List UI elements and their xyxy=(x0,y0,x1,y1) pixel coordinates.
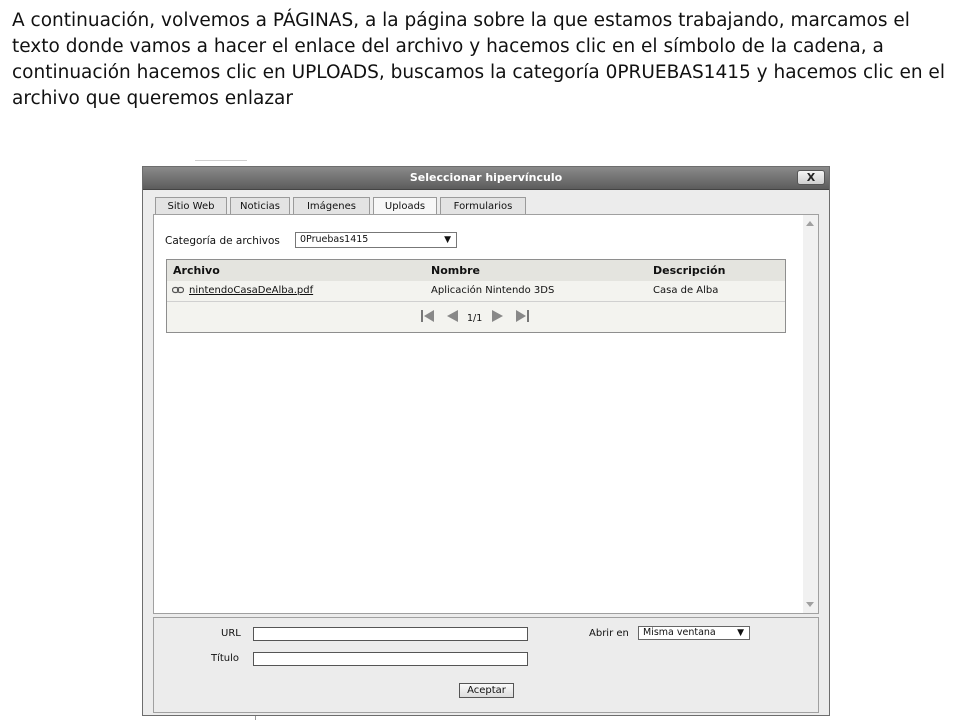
background-divider xyxy=(195,160,247,161)
next-page-icon[interactable] xyxy=(489,308,507,324)
select-hyperlink-dialog: Seleccionar hipervínculo X Sitio Web Not… xyxy=(142,166,830,716)
page-indicator: 1/1 xyxy=(467,313,483,324)
table-row[interactable]: nintendoCasaDeAlba.pdf Aplicación Ninten… xyxy=(167,281,785,302)
dialog-title: Seleccionar hipervínculo xyxy=(409,171,563,184)
link-properties-panel: URL Título Abrir en Misma ventana ▼ Acep… xyxy=(153,617,819,713)
instruction-text: A continuación, volvemos a PÁGINAS, a la… xyxy=(12,10,945,109)
table-header-row: Archivo Nombre Descripción xyxy=(167,260,785,281)
url-label: URL xyxy=(221,628,241,639)
open-in-label: Abrir en xyxy=(589,628,629,639)
open-in-selected-value: Misma ventana xyxy=(643,627,716,638)
title-input[interactable] xyxy=(253,652,528,666)
previous-page-icon[interactable] xyxy=(443,308,461,324)
dropdown-arrow-icon: ▼ xyxy=(444,235,451,245)
title-label: Título xyxy=(211,653,240,664)
vertical-scrollbar[interactable] xyxy=(803,215,818,613)
files-table: Archivo Nombre Descripción nintendoCasaD… xyxy=(166,259,786,333)
tab-formularios[interactable]: Formularios xyxy=(440,197,526,215)
column-header-nombre: Nombre xyxy=(431,264,480,277)
uploads-panel: Categoría de archivos 0Pruebas1415 ▼ Arc… xyxy=(153,214,819,614)
category-selected-value: 0Pruebas1415 xyxy=(300,234,369,245)
category-label: Categoría de archivos xyxy=(165,235,280,247)
dialog-titlebar[interactable]: Seleccionar hipervínculo X xyxy=(143,167,829,190)
file-name-cell: Aplicación Nintendo 3DS xyxy=(431,285,555,296)
last-page-icon[interactable] xyxy=(513,308,531,324)
file-link[interactable]: nintendoCasaDeAlba.pdf xyxy=(189,285,313,296)
url-input[interactable] xyxy=(253,627,528,641)
first-page-icon[interactable] xyxy=(419,308,437,324)
column-header-archivo: Archivo xyxy=(173,264,220,277)
scroll-down-icon[interactable] xyxy=(806,602,814,607)
file-description-cell: Casa de Alba xyxy=(653,285,719,296)
dropdown-arrow-icon: ▼ xyxy=(737,628,744,638)
category-select[interactable]: 0Pruebas1415 ▼ xyxy=(295,232,457,248)
tab-sitio-web[interactable]: Sitio Web xyxy=(155,197,227,215)
column-header-descripcion: Descripción xyxy=(653,264,726,277)
close-button[interactable]: X xyxy=(797,170,825,185)
tab-imagenes[interactable]: Imágenes xyxy=(293,197,370,215)
link-icon xyxy=(172,286,184,294)
pager: 1/1 xyxy=(167,308,785,326)
open-in-select[interactable]: Misma ventana ▼ xyxy=(638,626,750,640)
tab-noticias[interactable]: Noticias xyxy=(230,197,290,215)
scroll-up-icon[interactable] xyxy=(806,221,814,226)
accept-button[interactable]: Aceptar xyxy=(459,683,514,698)
